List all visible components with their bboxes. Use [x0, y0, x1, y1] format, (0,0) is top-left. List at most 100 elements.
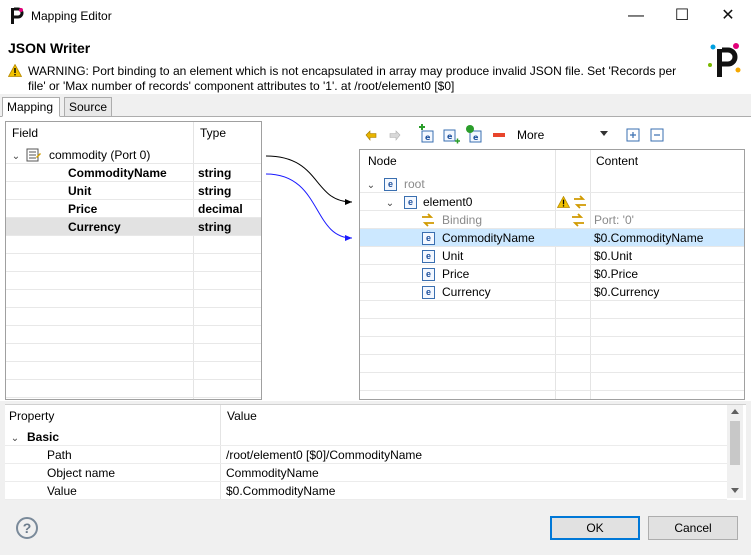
- dropdown-arrow-icon[interactable]: [600, 131, 608, 136]
- field-name: Price: [68, 202, 98, 216]
- dialog-title: JSON Writer: [8, 40, 91, 56]
- field-name: CommodityName: [68, 166, 167, 180]
- node-name: Binding: [442, 213, 483, 227]
- binding-icon: [572, 213, 584, 227]
- field-row[interactable]: Unit string: [6, 182, 261, 200]
- help-icon[interactable]: ?: [16, 517, 38, 539]
- collapse-all-icon[interactable]: [646, 124, 668, 146]
- remove-icon[interactable]: [488, 124, 510, 146]
- more-actions-button[interactable]: More actions: [517, 124, 555, 164]
- element-icon: e: [384, 178, 397, 192]
- tree-row-selected[interactable]: e CommodityName $0.CommodityName: [360, 229, 744, 247]
- port-label: commodity (Port 0): [49, 148, 151, 162]
- type-column-header[interactable]: Type: [194, 122, 226, 144]
- element-icon: e: [404, 196, 417, 210]
- node-name: Price: [442, 267, 470, 281]
- tab-mapping[interactable]: Mapping: [2, 97, 60, 117]
- tab-source[interactable]: Source: [64, 97, 112, 117]
- expand-all-icon[interactable]: [622, 124, 644, 146]
- svg-text:e: e: [473, 133, 479, 142]
- property-value[interactable]: CommodityName: [226, 464, 319, 482]
- binding-icon: [574, 195, 586, 209]
- value-column-header[interactable]: Value: [227, 405, 257, 427]
- warning-icon: [556, 195, 571, 208]
- node-name: root: [404, 177, 425, 191]
- output-tree-table: Node Content ⌄ e root ⌄ e element0 Bindi…: [359, 149, 745, 400]
- ok-button[interactable]: OK: [550, 516, 640, 540]
- properties-table: Property Value ⌄ Basic Path /root/elemen…: [5, 404, 746, 501]
- content-column-header[interactable]: Content: [590, 150, 638, 172]
- tree-row[interactable]: e Currency $0.Currency: [360, 283, 744, 301]
- mapping-line[interactable]: [265, 155, 353, 203]
- property-group-basic[interactable]: ⌄ Basic: [5, 428, 727, 446]
- field-name: Currency: [68, 220, 121, 234]
- node-content: $0.Unit: [594, 249, 633, 263]
- add-child-element-icon[interactable]: e: [440, 124, 462, 146]
- properties-header: Property Value: [5, 405, 727, 427]
- node-name: Currency: [442, 285, 491, 299]
- property-name: Path: [47, 448, 72, 462]
- property-row[interactable]: Object name CommodityName: [5, 464, 727, 482]
- node-content: Port: '0': [594, 213, 634, 227]
- mapping-line-selected[interactable]: [265, 173, 353, 239]
- svg-text:e: e: [425, 133, 431, 142]
- field-row-selected[interactable]: Currency string: [6, 218, 261, 236]
- tree-row-binding[interactable]: Binding Port: '0': [360, 211, 744, 229]
- property-row[interactable]: Path /root/element0 [$0]/CommodityName: [5, 446, 727, 464]
- arrowhead-icon: [345, 199, 352, 205]
- input-fields-table: Field Type ⌄ commodity (Port 0) Commodit…: [5, 121, 262, 400]
- node-content: $0.Currency: [594, 285, 660, 299]
- field-row[interactable]: Price decimal: [6, 200, 261, 218]
- port-row[interactable]: ⌄ commodity (Port 0): [6, 146, 261, 164]
- node-name: Unit: [442, 249, 464, 263]
- property-column-header[interactable]: Property: [9, 405, 54, 427]
- field-column-header[interactable]: Field: [6, 122, 38, 144]
- field-type: decimal: [198, 202, 243, 216]
- field-row[interactable]: CommodityName string: [6, 164, 261, 182]
- property-value[interactable]: $0.CommodityName: [226, 482, 335, 500]
- scroll-down-icon[interactable]: [731, 488, 739, 493]
- scroll-up-icon[interactable]: [731, 409, 739, 414]
- element-icon: e: [422, 232, 435, 246]
- tree-row-root[interactable]: ⌄ e root: [360, 175, 744, 193]
- property-name: Object name: [47, 466, 116, 480]
- node-content: $0.Price: [594, 267, 639, 281]
- close-button[interactable]: ✕: [705, 0, 751, 32]
- tree-row[interactable]: e Unit $0.Unit: [360, 247, 744, 265]
- maximize-button[interactable]: ☐: [659, 0, 705, 32]
- element-icon: e: [422, 286, 435, 300]
- add-element-icon[interactable]: e: [416, 124, 438, 146]
- cancel-button[interactable]: Cancel: [648, 516, 738, 540]
- minimize-button[interactable]: —: [613, 0, 659, 32]
- field-name: Unit: [68, 184, 92, 198]
- node-name: CommodityName: [442, 231, 535, 245]
- mapping-connectors: [265, 155, 353, 241]
- record-icon: [26, 148, 41, 162]
- undo-icon[interactable]: [360, 124, 382, 146]
- property-name: Value: [47, 484, 77, 498]
- binding-icon: [422, 213, 434, 227]
- brand-logo-icon: [708, 43, 741, 77]
- node-column-header[interactable]: Node: [362, 150, 397, 172]
- property-group-label: Basic: [27, 430, 60, 444]
- field-type: string: [198, 184, 232, 198]
- arrowhead-icon: [345, 235, 352, 241]
- element-icon: e: [422, 250, 435, 264]
- add-binding-icon[interactable]: e: [464, 124, 486, 146]
- tree-row[interactable]: e Price $0.Price: [360, 265, 744, 283]
- field-type: string: [198, 166, 232, 180]
- window-title: Mapping Editor: [31, 9, 112, 23]
- property-value[interactable]: /root/element0 [$0]/CommodityName: [226, 446, 422, 464]
- node-content: $0.CommodityName: [594, 231, 704, 245]
- property-row[interactable]: Value $0.CommodityName: [5, 482, 727, 500]
- field-type: string: [198, 220, 232, 234]
- properties-scrollbar[interactable]: [727, 405, 743, 498]
- warning-message: WARNING: Port binding to an element whic…: [28, 64, 677, 93]
- warning-icon: [8, 64, 22, 77]
- scrollbar-thumb[interactable]: [730, 421, 740, 465]
- redo-icon[interactable]: [384, 124, 406, 146]
- app-logo-icon: [11, 7, 24, 24]
- tree-row-element0[interactable]: ⌄ e element0: [360, 193, 744, 211]
- element-icon: e: [422, 268, 435, 282]
- svg-text:e: e: [447, 132, 453, 141]
